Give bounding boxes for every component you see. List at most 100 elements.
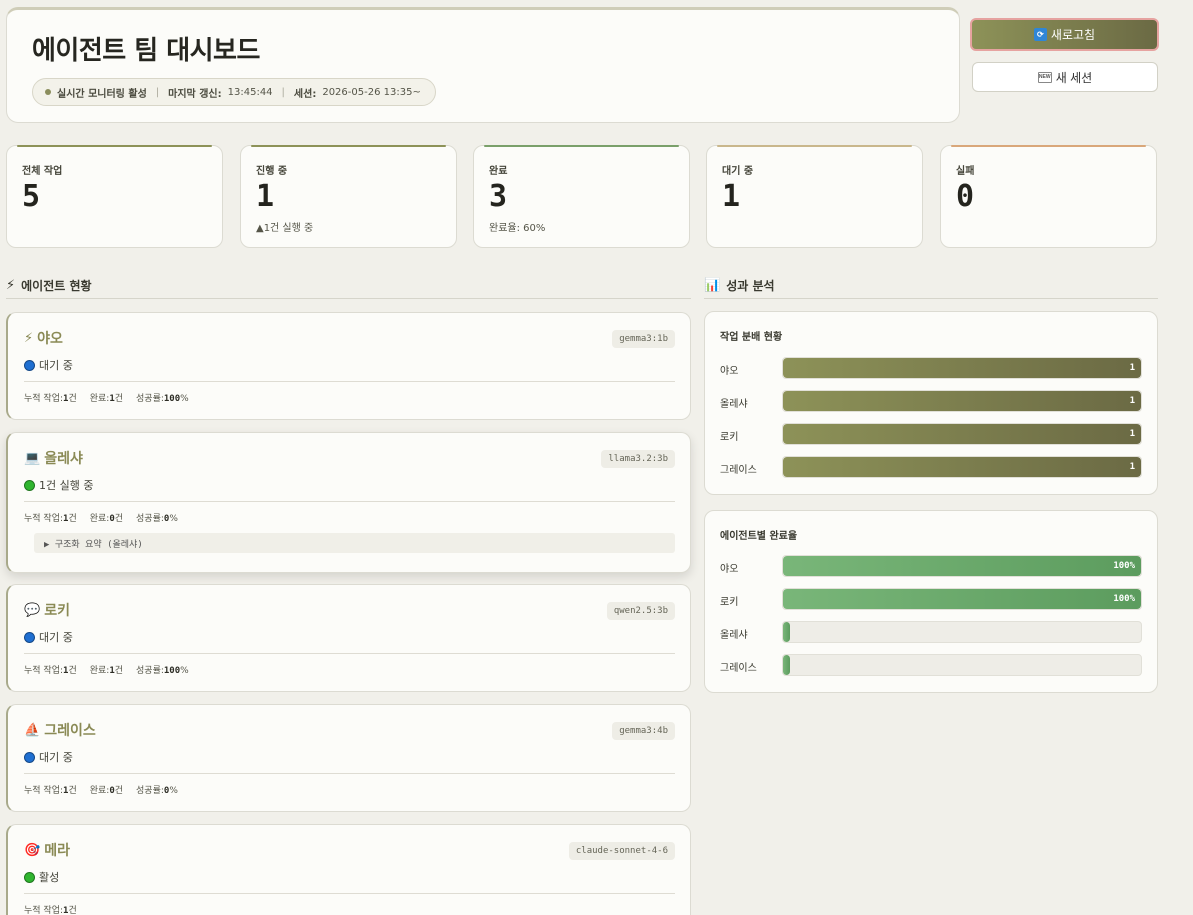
new-session-button-label: 새 세션: [1055, 70, 1093, 85]
stat-accent: [251, 145, 446, 147]
metric-label: 누적 작업:: [24, 786, 64, 796]
agent-card[interactable]: ⛵ 그레이스 gemma3:4b 대기 중 누적 작업:1건 완료:0건 성공률:0%: [6, 704, 691, 812]
divider: [24, 501, 675, 502]
agent-name: 💻 올레샤: [24, 448, 83, 468]
metric-item: 성공률:0%: [136, 511, 178, 524]
stat-subtext: 완료율: 60%: [489, 223, 546, 234]
agent-model-badge: qwen2.5:3b: [606, 602, 675, 620]
agent-name-label: 올레샤: [44, 451, 83, 467]
bar-row: 올레샤 1: [720, 390, 1142, 412]
agent-card[interactable]: 💬 로키 qwen2.5:3b 대기 중 누적 작업:1건 완료:1건 성공률:100%: [6, 584, 691, 692]
metric-label: 성공률:: [136, 666, 164, 676]
metric-item: 완료:0건: [90, 511, 123, 524]
stat-value: 5: [22, 179, 41, 214]
refresh-button[interactable]: ⟳ 새로고침: [970, 18, 1159, 51]
agent-model-badge: gemma3:4b: [612, 722, 675, 740]
bar-value: 1: [1129, 429, 1135, 439]
agent-card[interactable]: ⚡ 야오 gemma3:1b 대기 중 누적 작업:1건 완료:1건 성공률:100%: [6, 312, 691, 420]
agent-model-badge: gemma3:1b: [612, 330, 675, 348]
session-value: 2026-05-26 13:35~: [322, 86, 421, 98]
stat-card: 전체 작업 5: [6, 145, 223, 248]
metric-value: 100: [163, 666, 181, 676]
agent-status-label: 대기 중: [39, 751, 73, 764]
stat-accent: [951, 145, 1146, 147]
bar-label: 로키: [720, 597, 739, 608]
last-update-value: 13:45:44: [227, 86, 273, 98]
status-circle-icon: [24, 751, 35, 763]
agent-card[interactable]: 💻 올레샤 llama3.2:3b 1건 실행 중누적 작업:1건 완료:0건 성공률:0…: [6, 432, 691, 573]
metric-item: 누적 작업:1건: [24, 783, 77, 796]
metric-item: 완료:1건: [90, 663, 123, 676]
analytics-section-label: 성과 분석: [726, 278, 775, 293]
bar-value: 1: [1129, 363, 1135, 373]
agent-metrics: 누적 작업:1건 완료:1건 성공률:100%: [24, 663, 189, 676]
bar-chart-icon: 📊: [704, 277, 721, 293]
divider: [24, 893, 675, 894]
refresh-icon: ⟳: [1033, 28, 1047, 41]
agent-name-label: 메라: [44, 843, 70, 859]
last-update-label: 마지막 갱신:: [168, 88, 222, 100]
stat-card: 실패 0: [940, 145, 1157, 248]
bar-fill: [783, 358, 1141, 378]
agent-name-label: 야오: [37, 331, 63, 347]
bar-label: 야오: [720, 564, 739, 575]
metric-unit: 건: [68, 666, 77, 676]
metric-unit: 건: [114, 514, 124, 524]
stat-subtext: ▲1건 실행 중: [256, 223, 314, 234]
monitoring-status: 실시간 모니터링 활성: [57, 88, 147, 100]
bar-track: 1: [782, 423, 1142, 445]
stat-value: 3: [489, 179, 508, 214]
bar-value: 1: [1129, 462, 1135, 472]
metric-unit: 건: [68, 786, 77, 796]
metric-label: 완료:: [89, 514, 110, 524]
stat-value: 1: [256, 179, 275, 214]
agent-status: 대기 중: [24, 629, 73, 645]
completion-title: 에이전트별 완료율: [720, 531, 798, 542]
monitoring-status-pill: 실시간 모니터링 활성 | 마지막 갱신: 13:45:44 | 세션: 202…: [32, 78, 436, 106]
bar-value: 1: [1129, 396, 1135, 406]
bar-fill: [783, 391, 1141, 411]
bar-fill: [783, 457, 1141, 477]
bar-value: 100%: [1113, 561, 1135, 571]
agent-metrics: 누적 작업:1건 완료:0건 성공률:0%: [24, 783, 178, 796]
new-session-button[interactable]: NEW 새 세션: [972, 62, 1158, 92]
metric-item: 성공률:100%: [136, 391, 189, 404]
refresh-button-label: 새로고침: [1050, 28, 1096, 42]
metric-label: 성공률:: [136, 786, 164, 796]
running-task-item[interactable]: ▶ 구조화 요약 (올레샤): [34, 533, 675, 553]
metric-item: 성공률:100%: [136, 663, 189, 676]
bar-label: 그레이스: [720, 663, 757, 674]
agent-status: 대기 중: [24, 749, 73, 765]
metric-label: 누적 작업:: [24, 514, 64, 524]
metric-unit: %: [169, 514, 178, 524]
agent-name: ⚡ 야오: [24, 328, 63, 348]
metric-unit: 건: [114, 666, 124, 676]
agent-status: 대기 중: [24, 357, 73, 373]
divider: [24, 773, 675, 774]
agent-card[interactable]: 🎯 메라 claude-sonnet-4-6 활성 누적 작업:1건: [6, 824, 691, 915]
metric-item: 성공률:0%: [136, 783, 178, 796]
agent-status: 활성: [24, 869, 59, 885]
separator: |: [281, 86, 285, 98]
stat-label: 진행 중: [256, 166, 288, 177]
metric-item: 누적 작업:1건: [24, 903, 77, 915]
metric-unit: 건: [114, 786, 124, 796]
status-circle-icon: [24, 359, 35, 371]
speech-bubble-icon: 💬: [24, 602, 41, 618]
agent-model-badge: llama3.2:3b: [601, 450, 675, 468]
separator: |: [155, 86, 160, 98]
bar-fill: [783, 622, 791, 642]
bar-track: 1: [782, 390, 1142, 412]
lightning-icon: ⚡: [6, 277, 16, 293]
divider: [24, 381, 675, 382]
agent-name-label: 그레이스: [44, 723, 96, 739]
agent-status: 1건 실행 중: [24, 477, 93, 493]
agent-status-label: 대기 중: [39, 631, 73, 644]
agent-metrics: 누적 작업:1건: [24, 903, 77, 915]
metric-item: 누적 작업:1건: [24, 511, 77, 524]
metric-label: 누적 작업:: [24, 906, 64, 915]
bar-track: 100%: [782, 555, 1142, 577]
stat-accent: [717, 145, 912, 147]
status-circle-icon: [24, 479, 35, 491]
agent-status-label: 대기 중: [39, 359, 73, 372]
